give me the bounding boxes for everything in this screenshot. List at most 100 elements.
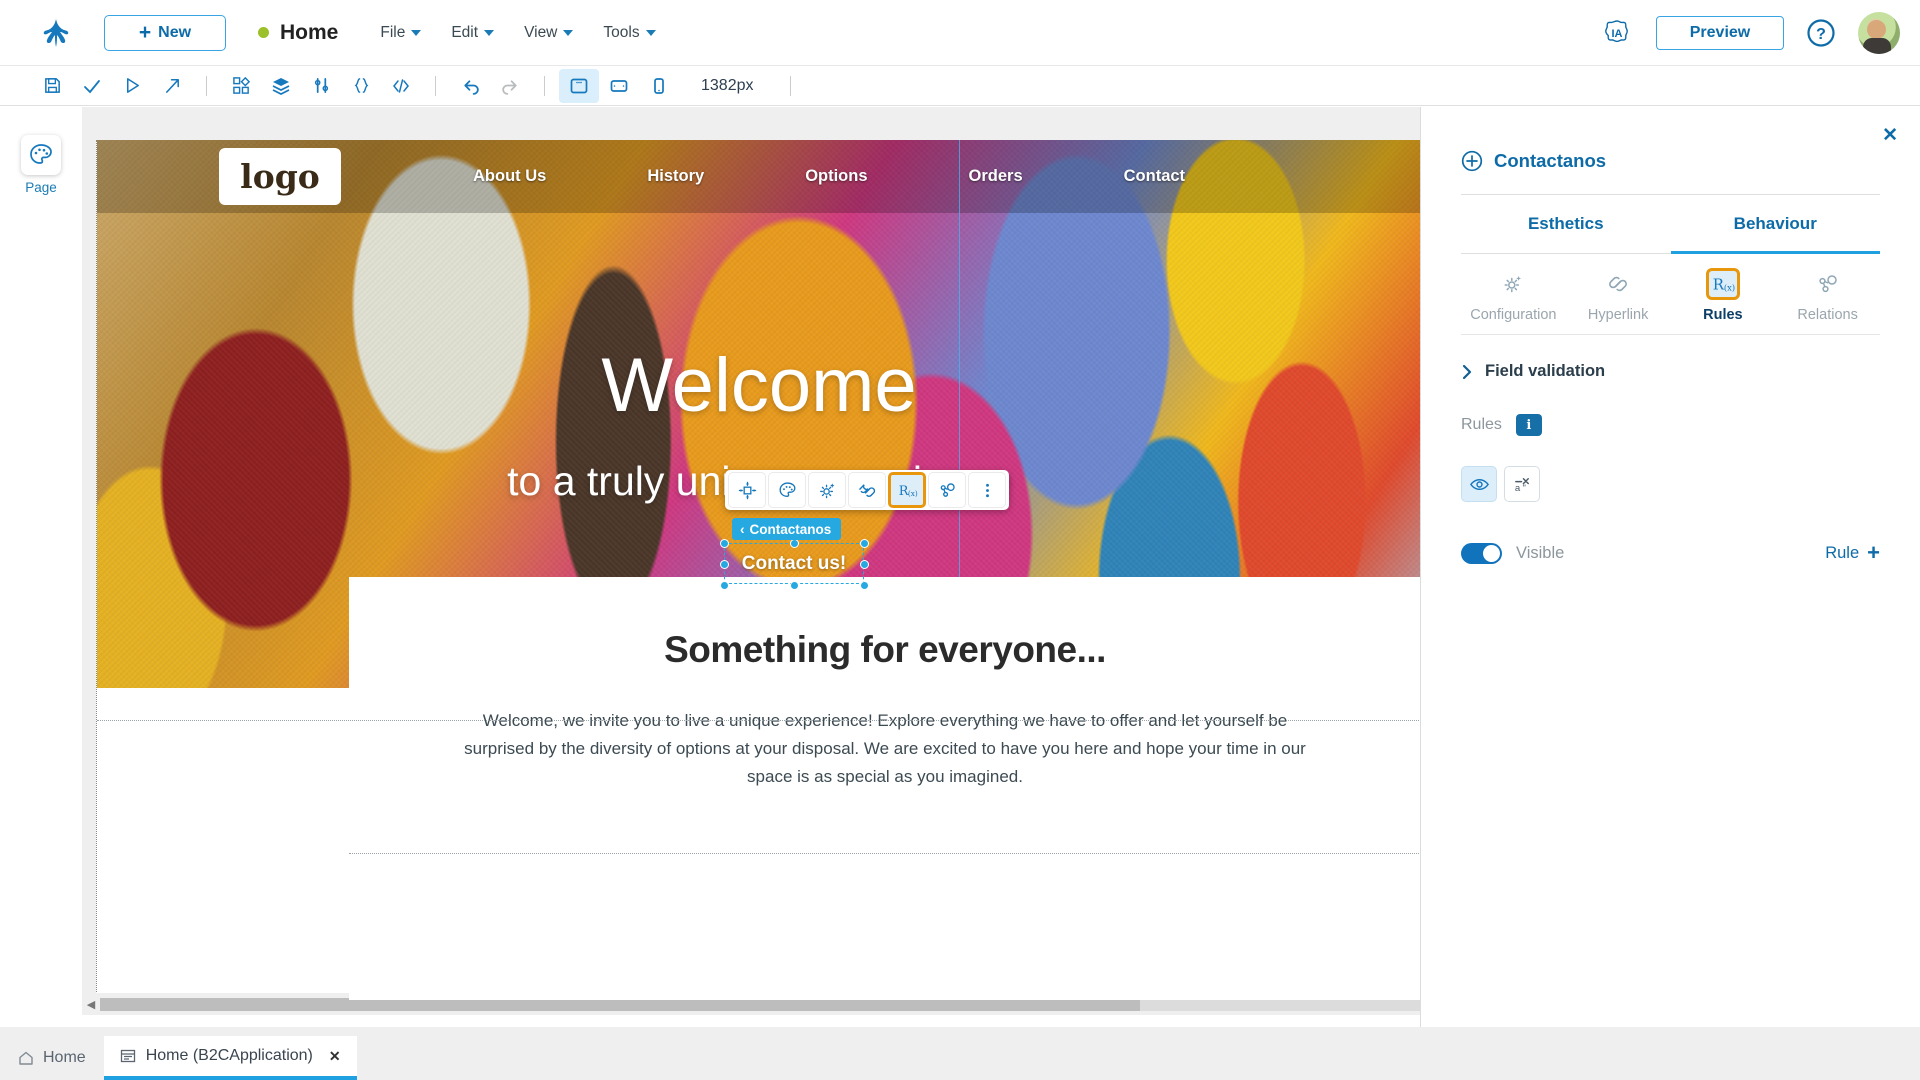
relations-icon[interactable] [928,472,966,508]
braces-icon[interactable] [341,69,381,103]
mobile-icon[interactable] [639,69,679,103]
selected-element-tag-label: Contactanos [749,521,832,537]
selected-element-tag[interactable]: ‹ Contactanos [732,518,842,540]
menu-file[interactable]: File [380,23,422,42]
run-icon[interactable] [112,69,152,103]
more-options-icon[interactable] [968,472,1006,508]
add-rule-button[interactable]: Rule + [1825,542,1880,564]
close-icon[interactable]: ✕ [329,1048,341,1065]
code-icon[interactable] [381,69,421,103]
top-bar-right: IA Preview ? [1600,11,1900,54]
deploy-icon[interactable] [152,69,192,103]
menu-edit[interactable]: Edit [451,23,495,42]
top-bar: + New Home File Edit View Tools IA Previ… [0,0,1920,66]
subtab-rules-label: Rules [1703,307,1743,323]
rules-label: Rules [1461,416,1502,433]
new-button-label: New [158,23,192,41]
toggle-knob [1483,544,1500,562]
rail-item-page[interactable]: Page [0,135,82,195]
menu-view[interactable]: View [524,23,574,42]
field-validation-row[interactable]: Field validation [1461,362,1920,381]
bottom-tab-active[interactable]: Home (B2CApplication) ✕ [103,1036,357,1080]
nav-link-contact[interactable]: Contact [1124,167,1185,186]
nav-link-options[interactable]: Options [805,167,867,186]
subtab-hyperlink-label: Hyperlink [1587,307,1649,323]
chevron-left-icon: ‹ [740,521,745,537]
contact-us-button[interactable]: Contact us! [724,543,864,584]
nav-link-about-us[interactable]: About Us [473,167,546,186]
svg-text:IA: IA [1612,28,1623,40]
plus-icon: + [138,21,152,44]
bottom-tab-home[interactable]: Home [0,1036,104,1080]
hyperlink-icon[interactable] [848,472,886,508]
ia-badge-icon[interactable]: IA [1600,16,1634,50]
panel-title: Contactanos [1461,150,1920,172]
scroll-left-arrow[interactable]: ◀ [82,998,100,1011]
svg-text:?: ? [1816,26,1826,43]
save-icon[interactable] [32,69,72,103]
plus-circle-icon[interactable] [1461,150,1483,172]
subtab-rules[interactable]: R (x) Rules [1671,254,1776,334]
preview-button-label: Preview [1689,23,1751,41]
question-circle-icon[interactable]: ? [1806,18,1836,48]
move-icon[interactable] [728,472,766,508]
site-logo[interactable]: logo [219,148,341,205]
visible-toggle[interactable] [1461,542,1502,564]
tab-esthetics[interactable]: Esthetics [1461,195,1671,254]
rules-icon[interactable]: R (x) [888,472,926,508]
add-rule-label: Rule [1825,543,1860,562]
visible-rule-row: Visible Rule + [1461,542,1880,564]
palette-icon[interactable] [768,472,806,508]
frog-logo-icon[interactable] [36,13,76,53]
plus-icon: + [1867,540,1880,565]
nav-link-history[interactable]: History [647,167,704,186]
layers-icon[interactable] [261,69,301,103]
menu-edit-label: Edit [451,23,479,41]
rx-icon: R (x) [1705,268,1740,300]
close-icon[interactable]: ✕ [1882,124,1898,147]
avatar[interactable] [1858,11,1900,54]
subtab-relations-label: Relations [1797,307,1858,323]
preview-button[interactable]: Preview [1656,15,1784,50]
application-window: + New Home File Edit View Tools IA Previ… [0,0,1920,1080]
palette-icon [21,135,61,175]
toolbar-divider [435,75,436,96]
left-rail: Page [0,107,82,1027]
bottom-tab-bar: Home Home (B2CApplication) ✕ [0,1027,1920,1080]
subtab-configuration[interactable]: Configuration [1461,254,1566,334]
menu-tools[interactable]: Tools [603,23,656,42]
tablet-icon[interactable] [599,69,639,103]
nav-link-orders[interactable]: Orders [969,167,1023,186]
components-icon[interactable] [221,69,261,103]
field-validation-label: Field validation [1485,362,1606,380]
data-icon[interactable] [301,69,341,103]
subtab-relations[interactable]: Relations [1775,254,1880,334]
properties-panel: ✕ Contactanos Esthetics Behaviour Config… [1420,107,1920,1027]
home-icon [19,1051,33,1065]
menu-file-label: File [380,23,406,41]
new-button[interactable]: + New [104,14,226,51]
svg-text:R: R [1713,276,1725,294]
rules-row: Rules i [1461,414,1920,436]
menu-view-label: View [524,23,558,41]
subtab-hyperlink[interactable]: Hyperlink [1566,254,1671,334]
desktop-icon[interactable] [559,68,599,103]
formula-icon[interactable]: a " [1504,466,1540,502]
svg-text:(x): (x) [1724,283,1735,293]
hero-title[interactable]: Welcome [97,342,1420,429]
svg-text:a: a [1514,483,1520,494]
undo-icon[interactable] [450,69,490,103]
eye-icon[interactable] [1461,466,1497,502]
check-icon[interactable] [72,69,112,103]
info-icon[interactable]: i [1515,414,1542,436]
menu-tools-label: Tools [603,23,640,41]
tab-behaviour[interactable]: Behaviour [1670,195,1880,254]
redo-icon[interactable] [490,69,530,103]
chevron-down-icon [484,29,495,36]
rail-item-page-label: Page [25,180,57,195]
subtab-configuration-label: Configuration [1470,307,1557,323]
page-canvas: logo About Us History Options Orders Con… [96,140,1420,1000]
bottom-tab-active-label: Home (B2CApplication) [145,1047,313,1064]
configuration-icon[interactable] [808,472,846,508]
section-title[interactable]: Something for everyone... [349,629,1420,671]
